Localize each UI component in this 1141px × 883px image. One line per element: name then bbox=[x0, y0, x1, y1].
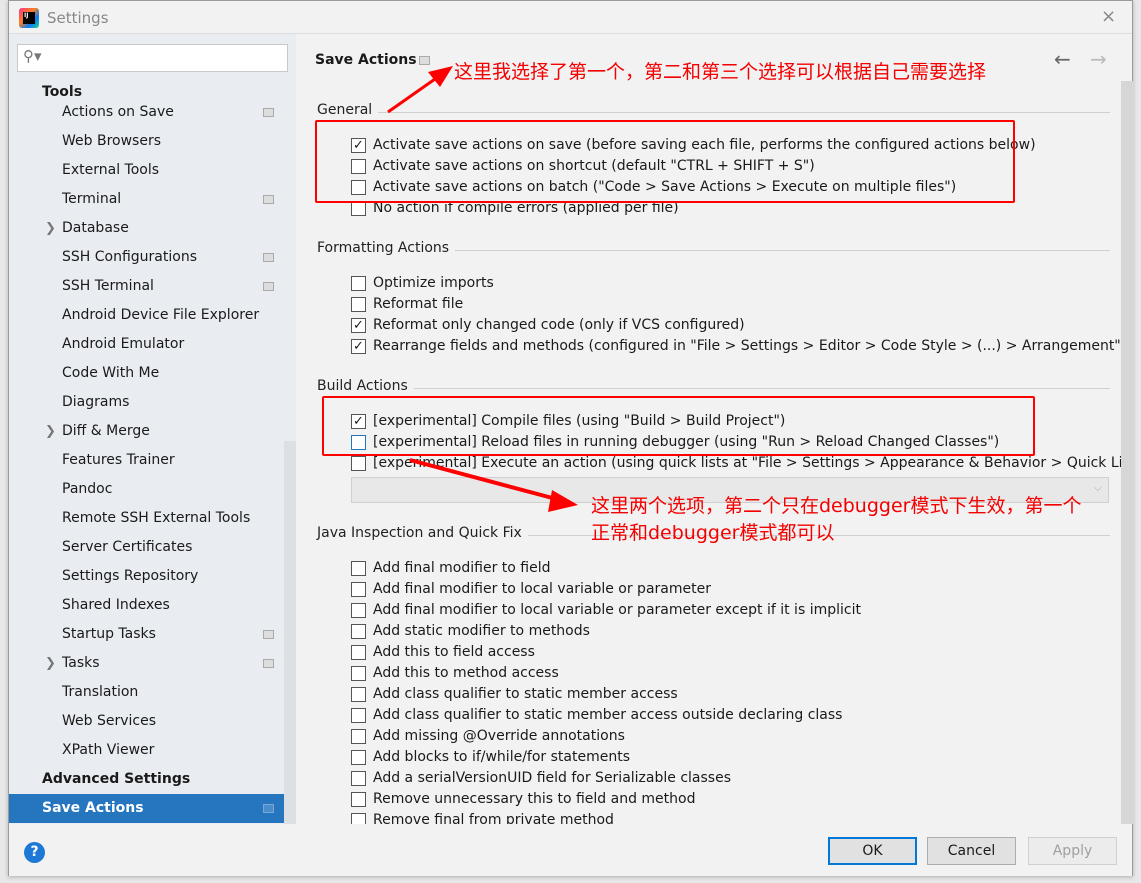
annotation-arrows bbox=[387, 66, 578, 512]
annotation-arrow-bottom bbox=[409, 458, 578, 512]
annotation-arrow-top bbox=[387, 66, 453, 114]
